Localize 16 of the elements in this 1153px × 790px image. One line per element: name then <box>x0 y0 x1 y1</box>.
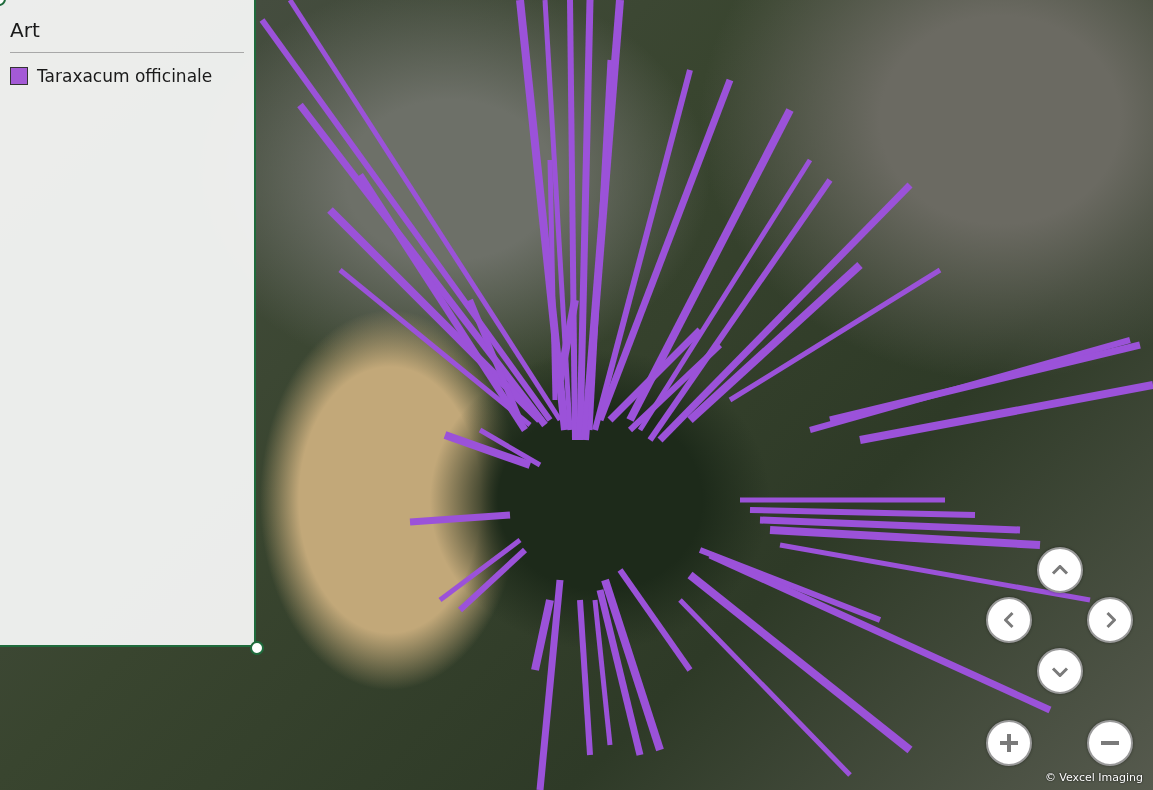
legend-title: Art <box>10 18 244 53</box>
minus-icon <box>1099 740 1121 746</box>
pan-down-button[interactable] <box>1037 648 1083 694</box>
pan-right-button[interactable] <box>1087 597 1133 643</box>
chevron-down-icon <box>1051 665 1069 677</box>
pan-up-button[interactable] <box>1037 547 1083 593</box>
chevron-up-icon <box>1051 564 1069 576</box>
zoom-in-button[interactable] <box>986 720 1032 766</box>
resize-handle[interactable] <box>250 641 264 655</box>
legend-label: Taraxacum officinale <box>37 66 213 86</box>
plus-icon <box>998 732 1020 754</box>
pan-left-button[interactable] <box>986 597 1032 643</box>
chevron-left-icon <box>1003 611 1015 629</box>
zoom-out-button[interactable] <box>1087 720 1133 766</box>
attribution-text: © Vexcel Imaging <box>1044 771 1143 784</box>
chevron-right-icon <box>1104 611 1116 629</box>
